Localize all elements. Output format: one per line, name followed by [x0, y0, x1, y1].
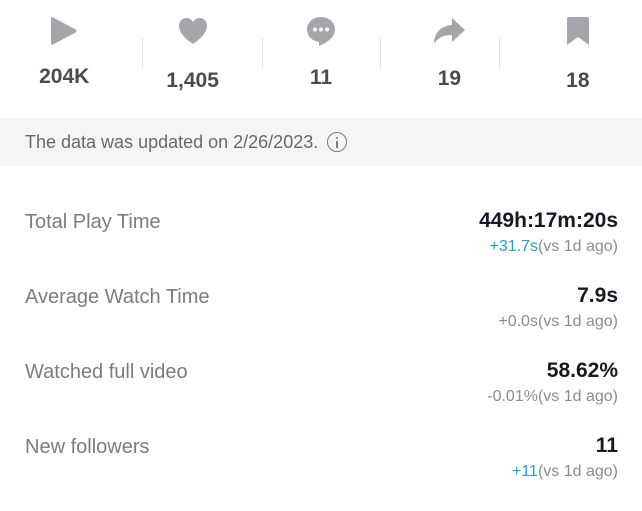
- heart-icon: [176, 14, 210, 48]
- views-count: 204K: [39, 65, 90, 88]
- metric-delta-line: +0.0s(vs 1d ago): [498, 313, 618, 331]
- metric-delta: +0.0s: [498, 313, 538, 330]
- metric-value: 449h:17m:20s: [479, 209, 618, 232]
- metric-delta: -0.01%: [487, 388, 538, 405]
- metric-value: 58.62%: [546, 359, 618, 382]
- metric-delta: +11: [512, 463, 538, 480]
- metric-value: 11: [595, 434, 618, 457]
- metric-delta-line: +11(vs 1d ago): [512, 463, 618, 481]
- metric-comparison: (vs 1d ago): [537, 238, 618, 255]
- divider: [499, 38, 500, 68]
- divider: [262, 38, 263, 68]
- metric-new-followers: New followers 11 +11(vs 1d ago): [0, 434, 642, 511]
- saves-count: 18: [566, 69, 590, 92]
- metric-label: Watched full video: [25, 361, 188, 383]
- metric-value: 7.9s: [577, 284, 618, 307]
- info-icon[interactable]: [327, 132, 348, 152]
- share-icon: [432, 14, 466, 48]
- metric-comparison: (vs 1d ago): [537, 313, 618, 330]
- metric-watched-full-video: Watched full video 58.62% -0.01%(vs 1d a…: [0, 359, 642, 436]
- metric-label: Total Play Time: [25, 211, 161, 233]
- likes-count: 1,405: [166, 69, 219, 92]
- shares-count: 19: [437, 67, 462, 90]
- stat-shares[interactable]: 19: [385, 0, 513, 118]
- stat-comments[interactable]: 11: [257, 0, 385, 118]
- metric-comparison: (vs 1d ago): [537, 463, 618, 480]
- data-updated-notice: The data was updated on 2/26/2023.: [0, 118, 642, 166]
- metric-total-play-time: Total Play Time 449h:17m:20s +31.7s(vs 1…: [0, 209, 642, 286]
- stat-likes[interactable]: 1,405: [128, 0, 256, 118]
- metric-delta: +31.7s: [489, 238, 538, 255]
- metric-label: Average Watch Time: [25, 286, 210, 308]
- metric-delta-line: -0.01%(vs 1d ago): [487, 388, 618, 406]
- comments-count: 11: [309, 66, 333, 89]
- play-icon: [47, 14, 81, 48]
- engagement-stats-row: 204K 1,405 11 19 18: [0, 0, 642, 118]
- stat-saves[interactable]: 18: [514, 0, 642, 118]
- divider: [142, 38, 143, 68]
- bookmark-icon: [561, 14, 595, 48]
- stat-views[interactable]: 204K: [0, 0, 128, 118]
- comment-icon: [304, 14, 338, 48]
- divider: [380, 38, 381, 68]
- metric-comparison: (vs 1d ago): [537, 388, 618, 405]
- metric-delta-line: +31.7s(vs 1d ago): [489, 238, 618, 256]
- metric-label: New followers: [25, 436, 150, 458]
- data-updated-text: The data was updated on 2/26/2023.: [25, 131, 319, 152]
- metric-average-watch-time: Average Watch Time 7.9s +0.0s(vs 1d ago): [0, 284, 642, 361]
